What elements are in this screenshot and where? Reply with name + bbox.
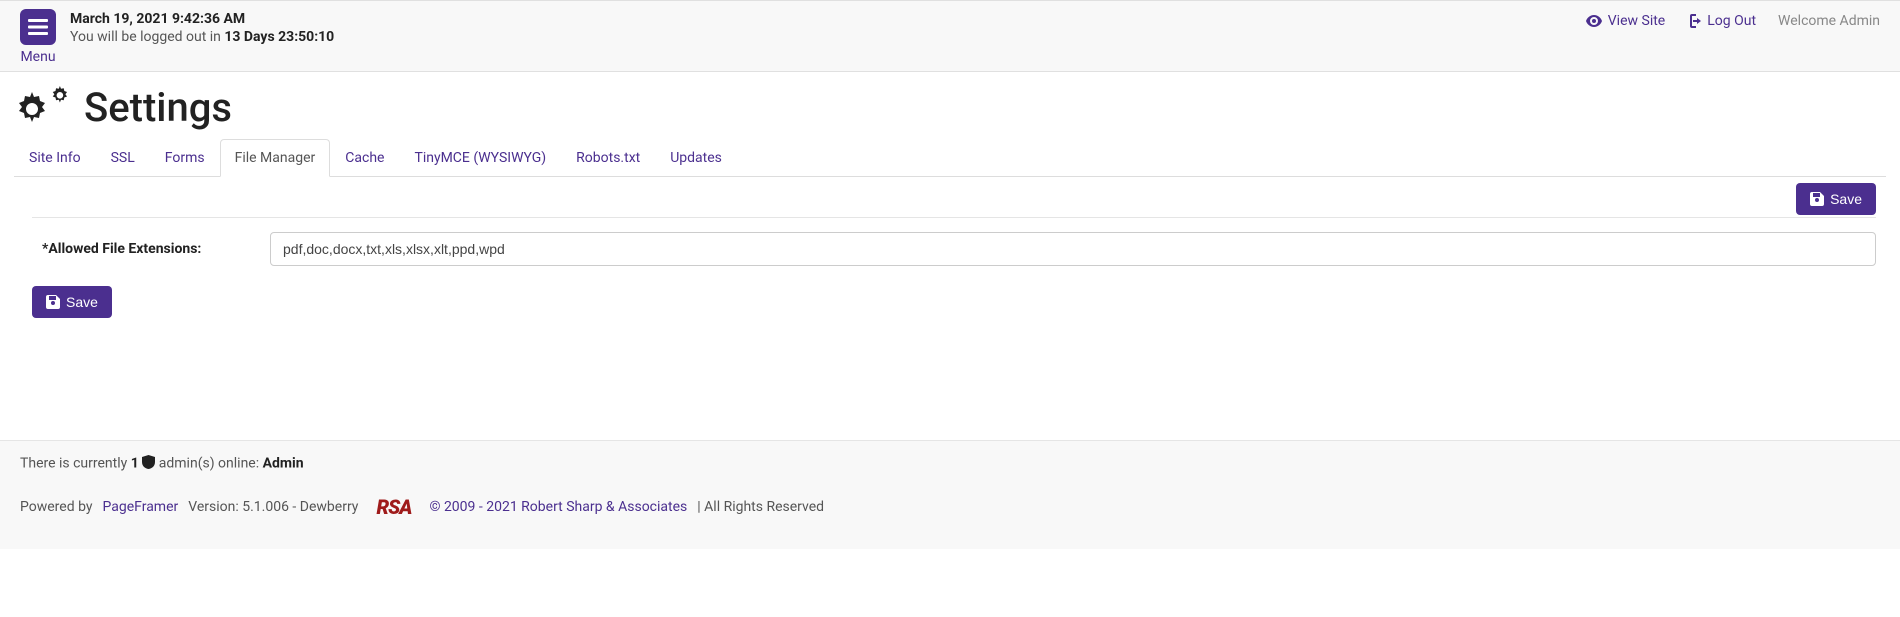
- shield-icon: [142, 455, 155, 473]
- tab-ssl[interactable]: SSL: [96, 139, 150, 177]
- allowed-extensions-input[interactable]: [270, 232, 1876, 266]
- online-name: Admin: [263, 456, 304, 472]
- logout-icon: [1687, 14, 1701, 28]
- form-row-extensions: *Allowed File Extensions:: [32, 232, 1876, 266]
- save-label: Save: [66, 294, 98, 310]
- save-top-wrapper: Save: [1796, 183, 1876, 215]
- menu-label[interactable]: Menu: [20, 49, 55, 65]
- version-text: Version: 5.1.006 - Dewberry: [188, 499, 358, 515]
- page-title: Settings: [84, 84, 232, 131]
- tab-forms[interactable]: Forms: [150, 139, 220, 177]
- copyright-link[interactable]: © 2009 - 2021 Robert Sharp & Associates: [429, 499, 687, 515]
- top-right: View Site Log Out Welcome Admin: [1586, 9, 1880, 29]
- view-site-link[interactable]: View Site: [1586, 13, 1665, 29]
- tabs: Site InfoSSLFormsFile ManagerCacheTinyMC…: [14, 139, 1886, 177]
- welcome-text: Welcome Admin: [1778, 13, 1880, 29]
- pageframer-link[interactable]: PageFramer: [103, 499, 179, 515]
- rights-text: | All Rights Reserved: [697, 499, 824, 515]
- page-header: Settings: [0, 72, 1900, 139]
- tab-site-info[interactable]: Site Info: [14, 139, 96, 177]
- online-prefix: There is currently: [20, 456, 131, 472]
- log-out-label: Log Out: [1707, 13, 1756, 29]
- top-info: March 19, 2021 9:42:36 AM You will be lo…: [70, 9, 334, 45]
- save-label: Save: [1830, 191, 1862, 207]
- powered-by-label: Powered by: [20, 499, 93, 515]
- top-bar: Menu March 19, 2021 9:42:36 AM You will …: [0, 0, 1900, 72]
- hamburger-icon: [28, 19, 48, 35]
- log-out-link[interactable]: Log Out: [1687, 13, 1756, 29]
- tab-cache[interactable]: Cache: [330, 139, 399, 177]
- timestamp: March 19, 2021 9:42:36 AM: [70, 11, 334, 27]
- footer-credits: Powered by PageFramer Version: 5.1.006 -…: [20, 495, 1880, 519]
- save-button-top[interactable]: Save: [1796, 183, 1876, 215]
- tab-robots-txt[interactable]: Robots.txt: [561, 139, 655, 177]
- content-area: Save *Allowed File Extensions: Save: [0, 177, 1900, 330]
- save-icon: [1810, 192, 1824, 206]
- online-count: 1: [131, 456, 139, 472]
- menu-button[interactable]: [20, 9, 56, 45]
- tab-file-manager[interactable]: File Manager: [220, 139, 331, 177]
- tab-updates[interactable]: Updates: [655, 139, 737, 177]
- logout-prefix: You will be logged out in: [70, 29, 224, 45]
- footer-online-status: There is currently 1 admin(s) online: Ad…: [20, 455, 1880, 473]
- divider: [32, 217, 1876, 218]
- rsa-logo: RSA: [368, 495, 419, 519]
- eye-icon: [1586, 15, 1602, 27]
- logout-message: You will be logged out in 13 Days 23:50:…: [70, 29, 334, 45]
- top-left: Menu March 19, 2021 9:42:36 AM You will …: [20, 9, 334, 65]
- save-button-bottom[interactable]: Save: [32, 286, 112, 318]
- view-site-label: View Site: [1608, 13, 1665, 29]
- gears-icon: [14, 86, 70, 130]
- online-mid: admin(s) online:: [159, 456, 263, 472]
- save-icon: [46, 295, 60, 309]
- menu-column: Menu: [20, 9, 56, 65]
- footer: There is currently 1 admin(s) online: Ad…: [0, 440, 1900, 549]
- allowed-extensions-label: *Allowed File Extensions:: [32, 241, 252, 257]
- tab-tinymce-wysiwyg-[interactable]: TinyMCE (WYSIWYG): [399, 139, 561, 177]
- logout-countdown: 13 Days 23:50:10: [224, 29, 334, 45]
